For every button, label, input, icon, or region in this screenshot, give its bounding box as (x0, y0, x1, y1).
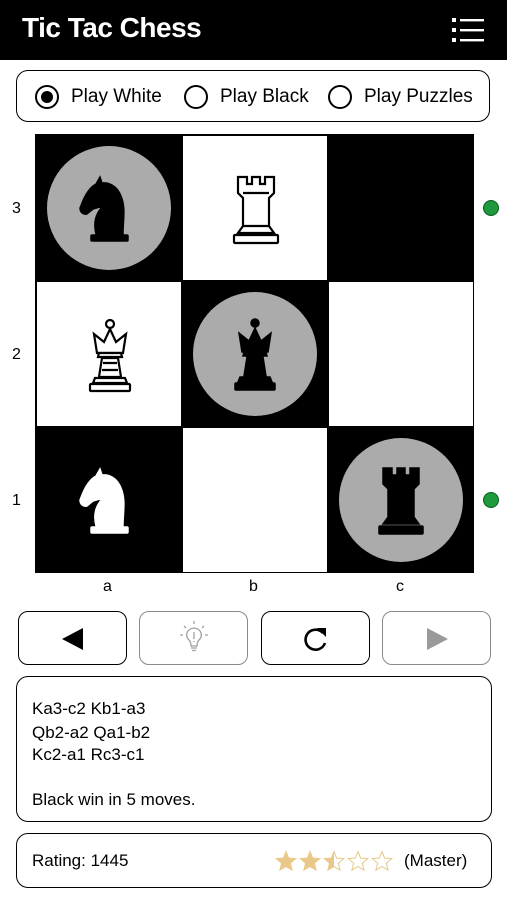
square-b3[interactable] (182, 135, 328, 281)
mode-play-white[interactable]: Play White (35, 83, 162, 111)
file-label: c (396, 578, 404, 595)
restart-button[interactable] (261, 611, 370, 665)
rating-panel: Rating: 1445 (Master) (16, 833, 492, 888)
square-c3[interactable] (328, 135, 474, 281)
mode-play-puzzles[interactable]: Play Puzzles (328, 83, 473, 111)
hint-button[interactable] (139, 611, 248, 665)
file-label: a (103, 578, 112, 595)
square-b1[interactable] (182, 427, 328, 573)
move-line: Ka3-c2 Kb1-a3 (32, 699, 146, 718)
win-marker-rank-3 (483, 200, 499, 216)
game-result: Black win in 5 moves. (32, 790, 196, 809)
square-a2[interactable] (36, 281, 182, 427)
rank-label: 3 (12, 200, 21, 217)
square-a3[interactable] (36, 135, 182, 281)
black-knight-icon[interactable] (69, 170, 149, 250)
mode-label: Play Black (220, 86, 309, 107)
chess-board (35, 134, 474, 573)
white-rook-icon[interactable] (216, 171, 296, 251)
star-empty-icon (371, 851, 393, 871)
black-rook-icon[interactable] (361, 462, 441, 542)
mode-label: Play White (71, 86, 162, 107)
app-header: Tic Tac Chess (0, 0, 507, 60)
square-c2[interactable] (328, 281, 474, 427)
star-rating (275, 851, 393, 871)
move-log: Ka3-c2 Kb1-a3 Qb2-a2 Qa1-b2 Kc2-a1 Rc3-c… (16, 676, 492, 822)
move-line: Kc2-a1 Rc3-c1 (32, 745, 145, 764)
square-b2[interactable] (182, 281, 328, 427)
black-queen-icon[interactable] (215, 316, 295, 396)
mode-play-black[interactable]: Play Black (184, 83, 309, 111)
mode-selector: Play White Play Black Play Puzzles (16, 70, 490, 122)
triangle-right-icon (427, 628, 448, 650)
move-line: Qb2-a2 Qa1-b2 (32, 723, 151, 742)
white-knight-icon[interactable] (69, 462, 149, 542)
star-half-icon (323, 851, 345, 871)
triangle-left-icon (62, 628, 83, 650)
radio-selected-icon[interactable] (35, 85, 59, 109)
radio-icon[interactable] (328, 85, 352, 109)
win-marker-rank-1 (483, 492, 499, 508)
file-label: b (249, 578, 258, 595)
star-filled-icon (299, 851, 321, 871)
menu-icon[interactable] (452, 17, 484, 43)
square-a1[interactable] (36, 427, 182, 573)
refresh-icon (304, 628, 327, 651)
rank-label: 2 (12, 346, 21, 363)
rating-level: (Master) (404, 851, 468, 870)
rating-value: Rating: 1445 (32, 851, 129, 870)
rank-label: 1 (12, 492, 21, 509)
back-button[interactable] (18, 611, 127, 665)
star-filled-icon (275, 851, 297, 871)
forward-button[interactable] (382, 611, 491, 665)
app-title: Tic Tac Chess (22, 12, 202, 43)
star-empty-icon (347, 851, 369, 871)
white-queen-icon[interactable] (70, 317, 150, 397)
radio-icon[interactable] (184, 85, 208, 109)
square-c1[interactable] (328, 427, 474, 573)
lightbulb-icon (180, 621, 208, 652)
mode-label: Play Puzzles (364, 86, 473, 107)
